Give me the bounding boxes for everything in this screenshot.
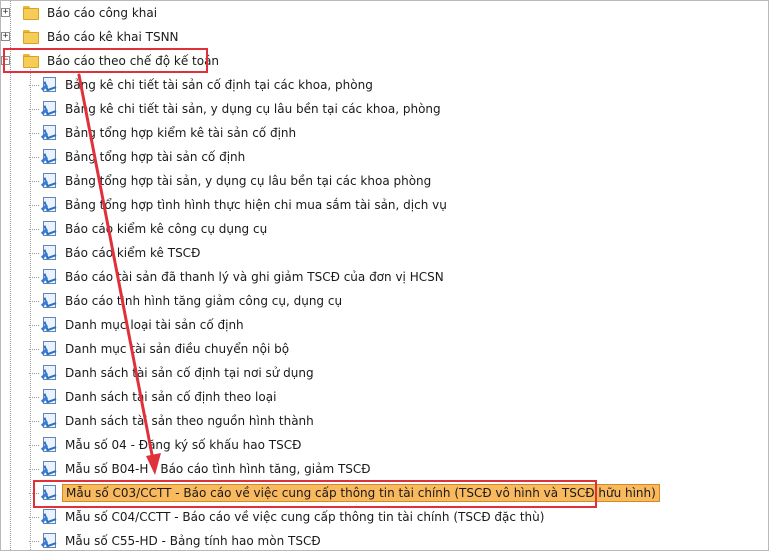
report-tree-panel: + Báo cáo công khai + Báo cáo kê khai TS… xyxy=(0,0,769,551)
annotation-arrow xyxy=(77,73,161,475)
